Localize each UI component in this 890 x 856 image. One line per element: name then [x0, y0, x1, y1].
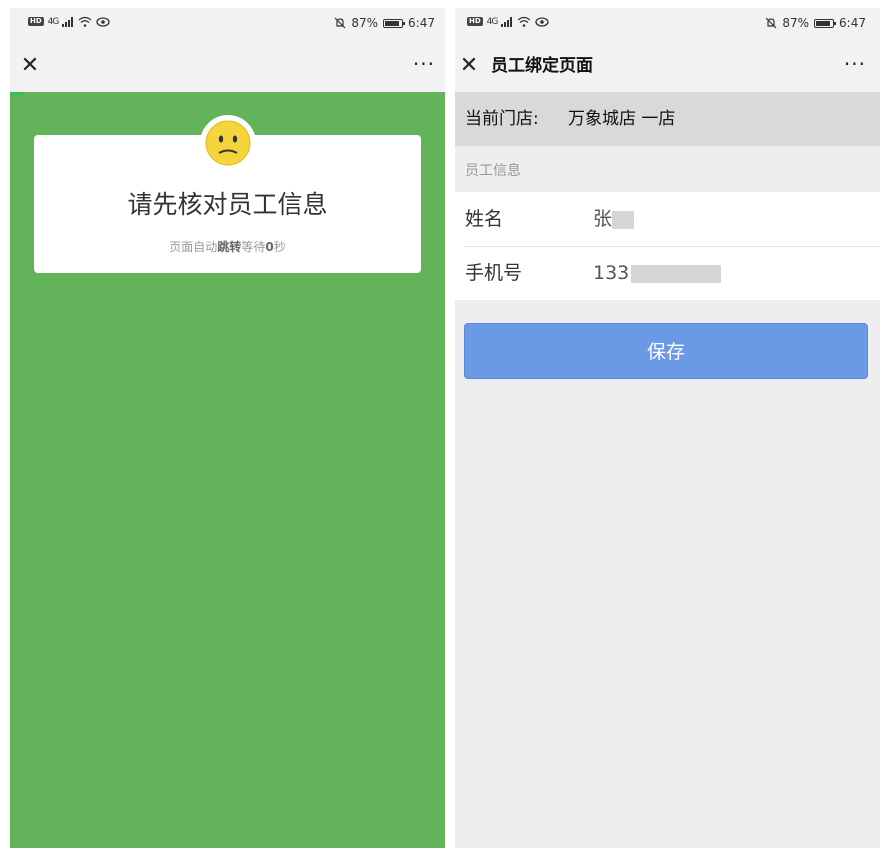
- name-label: 姓名: [465, 208, 504, 230]
- hd-badge: HD: [467, 17, 483, 26]
- nav-bar: ✕ ···: [10, 40, 445, 92]
- network-label: 4G: [486, 16, 499, 27]
- eye-icon: [96, 17, 111, 27]
- wifi-icon: [78, 16, 92, 27]
- battery-percent: 87%: [351, 16, 379, 30]
- status-bar: HD 4G 87% 6:47: [10, 8, 445, 40]
- employee-form: 姓名 张 手机号 133: [455, 192, 880, 300]
- eye-icon: [535, 17, 550, 27]
- more-icon[interactable]: ···: [413, 52, 435, 76]
- name-field[interactable]: 张: [593, 192, 635, 246]
- right-phone-screen: HD 4G 87% 6:47 ✕ 员工绑定页面 ··· 当前门店: 万象城店 一…: [455, 8, 880, 848]
- store-label: 当前门店:: [465, 109, 539, 129]
- save-button[interactable]: 保存: [464, 323, 868, 379]
- close-icon[interactable]: ✕: [457, 54, 481, 78]
- name-row[interactable]: 姓名 张: [465, 192, 880, 247]
- loading-progress: [10, 92, 24, 95]
- countdown-number: 0: [265, 240, 274, 254]
- more-icon[interactable]: ···: [844, 52, 866, 76]
- phone-field[interactable]: 133: [593, 246, 722, 300]
- battery-icon: [383, 18, 406, 28]
- battery-icon: [814, 18, 837, 28]
- left-phone-screen: HD 4G 87% 6:47 ✕ ··· 请先核对员工信息 页面自动跳转等待0秒: [10, 8, 445, 848]
- close-icon[interactable]: ✕: [18, 54, 42, 78]
- phone-row[interactable]: 手机号 133: [465, 246, 880, 300]
- signal-icon: [62, 16, 74, 27]
- redacted-mask: [612, 210, 635, 229]
- status-time: 6:47: [839, 16, 866, 30]
- redacted-mask: [631, 264, 722, 283]
- page-title: 员工绑定页面: [491, 56, 593, 76]
- section-title: 员工信息: [465, 163, 521, 179]
- message-title: 请先核对员工信息: [127, 190, 328, 219]
- status-bar: HD 4G 87% 6:47: [455, 8, 880, 40]
- green-background: 请先核对员工信息 页面自动跳转等待0秒: [10, 92, 445, 848]
- redirect-notice: 页面自动跳转等待0秒: [169, 240, 286, 254]
- bell-off-icon: [334, 17, 346, 29]
- battery-percent: 87%: [782, 16, 810, 30]
- sad-face-icon: [199, 115, 256, 171]
- bell-off-icon: [765, 17, 777, 29]
- wifi-icon: [517, 16, 531, 27]
- network-label: 4G: [47, 16, 60, 27]
- message-card: 请先核对员工信息 页面自动跳转等待0秒: [34, 115, 421, 273]
- store-value: 万象城店 一店: [568, 109, 676, 129]
- current-store-bar: 当前门店: 万象城店 一店: [455, 92, 880, 146]
- phone-label: 手机号: [465, 262, 523, 284]
- nav-bar: ✕ 员工绑定页面 ···: [455, 40, 880, 92]
- status-time: 6:47: [408, 16, 435, 30]
- signal-icon: [501, 16, 513, 27]
- hd-badge: HD: [28, 17, 44, 26]
